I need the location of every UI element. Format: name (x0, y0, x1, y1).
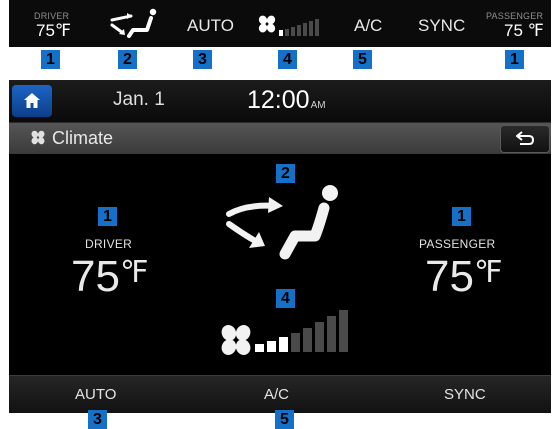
date-display: Jan. 1 (113, 89, 165, 110)
ampm-indicator: AM (310, 100, 326, 111)
driver-temperature: 75℉ (36, 21, 72, 40)
sync-status: SYNC (418, 16, 466, 35)
back-button[interactable] (500, 125, 550, 153)
ac-button[interactable]: A/C (264, 386, 289, 403)
callout-4: 4 (276, 289, 295, 308)
seat-airflow-icon[interactable] (225, 182, 343, 262)
temp-unit: ℉ (473, 256, 503, 289)
fan-icon (258, 15, 276, 33)
driver-label: DRIVER (85, 237, 133, 251)
callout-2: 2 (118, 50, 137, 69)
driver-temp-value: 75 (71, 252, 120, 301)
clock: 12:00AM (247, 86, 326, 115)
fan-speed-indicator[interactable] (255, 308, 351, 352)
driver-label: DRIVER (34, 11, 70, 21)
passenger-temp-value: 75 (425, 252, 474, 301)
callout-1: 1 (452, 207, 471, 226)
fan-icon (221, 325, 251, 355)
callout-1: 1 (41, 50, 60, 69)
callout-1: 1 (98, 207, 117, 226)
auto-button[interactable]: AUTO (75, 386, 116, 403)
title-bar: Climate (9, 123, 551, 154)
callout-4: 4 (278, 50, 297, 69)
callout-1: 1 (505, 50, 524, 69)
ac-status: A/C (354, 16, 383, 35)
sync-button[interactable]: SYNC (444, 386, 486, 403)
callout-5: 5 (275, 410, 294, 429)
callout-5: 5 (353, 50, 372, 69)
page-title: Climate (52, 128, 114, 148)
temp-unit: ℉ (119, 256, 149, 289)
fan-icon (31, 130, 45, 145)
back-arrow-icon (516, 131, 534, 145)
passenger-temperature: 75 ℉ (504, 21, 544, 40)
time-display: 12:00 (247, 86, 310, 114)
status-bar: Jan. 1 12:00AM (9, 80, 551, 123)
callout-3: 3 (88, 410, 107, 429)
climate-status-strip: DRIVER 75℉ AUTO A/C SYNC PASSENGER 75 ℉ (9, 0, 551, 47)
callout-2: 2 (276, 164, 295, 183)
fan-speed-indicator (279, 19, 319, 36)
callout-3: 3 (193, 50, 212, 69)
passenger-temperature[interactable]: 75℉ (425, 252, 503, 302)
climate-screen: Jan. 1 12:00AM Climate 1 2 1 4 DRIVER 75… (9, 80, 551, 413)
home-button[interactable] (12, 85, 52, 117)
control-bar: AUTO A/C SYNC (9, 375, 551, 413)
home-icon (24, 93, 40, 108)
seat-airflow-icon (110, 8, 157, 38)
driver-temperature[interactable]: 75℉ (71, 252, 149, 302)
auto-status: AUTO (187, 16, 234, 35)
passenger-label: PASSENGER (419, 237, 496, 251)
passenger-label: PASSENGER (486, 11, 544, 21)
